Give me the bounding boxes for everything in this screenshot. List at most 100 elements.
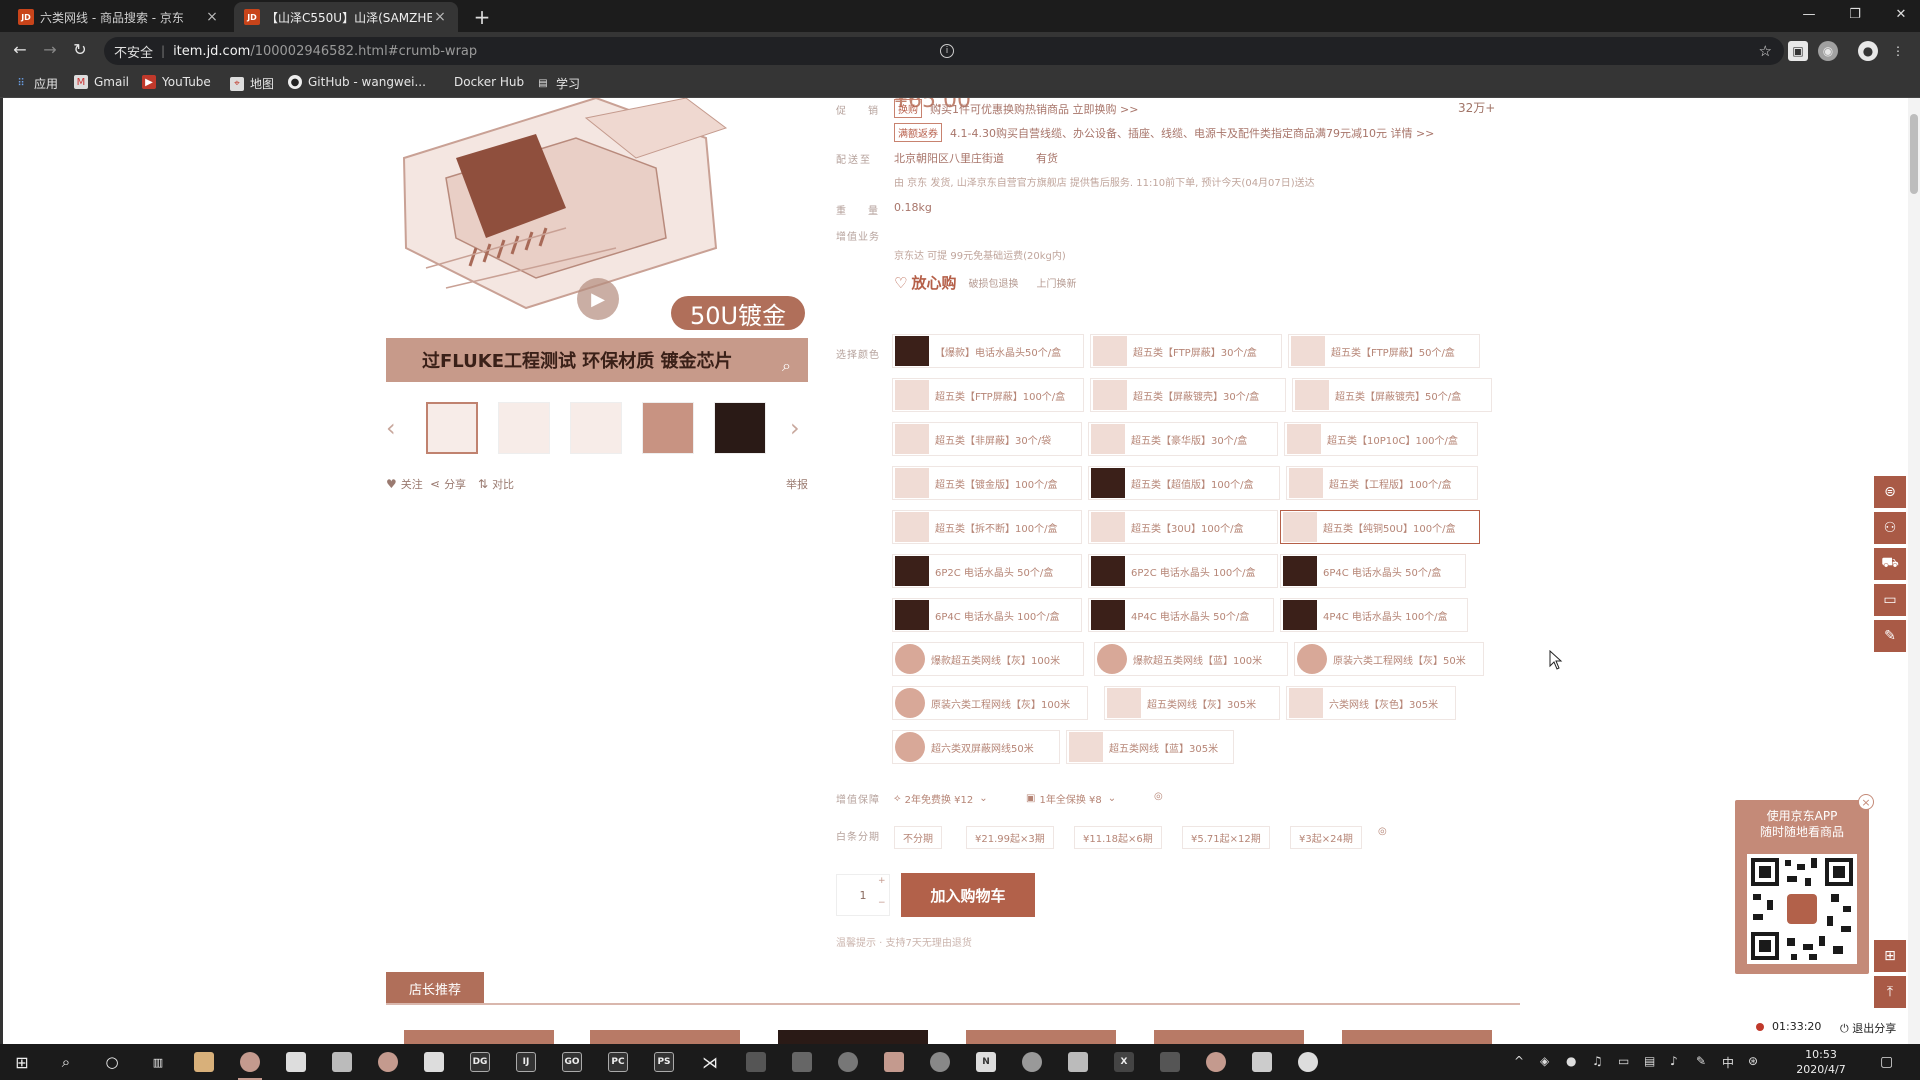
scrollbar-thumb[interactable] (1910, 114, 1918, 194)
option-item[interactable]: 超五类【豪华版】30个/盒 (1088, 422, 1278, 456)
reload-icon[interactable]: ↻ (68, 40, 92, 59)
tray-app-icon[interactable]: ● (1566, 1054, 1576, 1068)
tray-expand-icon[interactable]: ^ (1514, 1054, 1524, 1068)
bookmark-github[interactable]: ● GitHub - wangwei... (288, 75, 426, 89)
bookmark-folder[interactable]: ▤ 学习 (536, 75, 580, 92)
product-card[interactable] (1342, 1030, 1492, 1044)
product-card[interactable] (404, 1030, 554, 1044)
tray-ime-icon[interactable]: ⊛ (1748, 1054, 1758, 1068)
promo-text[interactable]: 购买1件可优惠换购热销商品 立即换购 >> (930, 101, 1138, 117)
app-icon[interactable] (742, 1048, 770, 1076)
app-icon[interactable] (1018, 1048, 1046, 1076)
option-item[interactable]: 6P2C 电话水晶头 50个/盒 (892, 554, 1082, 588)
option-item[interactable]: 6P4C 电话水晶头 100个/盒 (892, 598, 1082, 632)
option-item[interactable]: 超五类【屏蔽镀壳】50个/盒 (1292, 378, 1492, 412)
rail-top-icon[interactable]: ⤒ (1874, 976, 1906, 1008)
tray-pen-icon[interactable]: ✎ (1696, 1054, 1706, 1068)
datagrip-icon[interactable]: DG (466, 1048, 494, 1076)
follow-button[interactable]: ♥ 关注 (386, 476, 423, 492)
help-icon[interactable]: ◎ (1154, 791, 1163, 802)
option-item[interactable]: 超五类【拆不断】100个/盒 (892, 510, 1082, 544)
option-item[interactable]: 4P4C 电话水晶头 100个/盒 (1280, 598, 1468, 632)
zoom-icon[interactable]: ⌕ (782, 356, 791, 376)
onenote-icon[interactable]: N (972, 1048, 1000, 1076)
rail-message-icon[interactable]: ▭ (1874, 584, 1906, 616)
wechat-icon[interactable] (1294, 1048, 1322, 1076)
store-icon[interactable] (282, 1048, 310, 1076)
chrome-icon[interactable] (236, 1048, 264, 1080)
report-link[interactable]: 举报 (786, 476, 808, 492)
installment-option[interactable]: ¥3起×24期 (1290, 826, 1362, 849)
option-item[interactable]: 超五类网线【灰】305米 (1104, 686, 1280, 720)
pycharm-icon[interactable]: PC (604, 1048, 632, 1076)
windows-start-icon[interactable]: ⊞ (8, 1048, 36, 1076)
product-card[interactable] (966, 1030, 1116, 1044)
exit-share-button[interactable]: ⏻ 退出分享 (1840, 1020, 1896, 1036)
option-item[interactable]: 六类网线【灰色】305米 (1286, 686, 1456, 720)
option-item[interactable]: 超五类【FTP屏蔽】50个/盒 (1288, 334, 1480, 368)
explorer-icon[interactable] (190, 1048, 218, 1076)
info-icon[interactable]: i (940, 44, 954, 58)
tray-mic-icon[interactable]: ♫ (1592, 1054, 1603, 1068)
rail-feedback-icon[interactable]: ✎ (1874, 620, 1906, 652)
warranty-option[interactable]: ⟡ 2年免费换 ¥12 ⌄ (894, 791, 988, 806)
xshell-icon[interactable]: X (1110, 1048, 1138, 1076)
intellij-icon[interactable]: IJ (512, 1048, 540, 1076)
option-item[interactable]: 超五类【镀金版】100个/盒 (892, 466, 1082, 500)
thumbnail[interactable] (714, 402, 766, 454)
new-tab-button[interactable]: + (470, 5, 494, 29)
bookmark-apps[interactable]: ⠿ 应用 (14, 75, 58, 92)
tab-store-recommend[interactable]: 店长推荐 (386, 972, 484, 1004)
option-item[interactable]: 4P4C 电话水晶头 50个/盒 (1088, 598, 1274, 632)
option-item[interactable]: 超五类【屏蔽镀壳】30个/盒 (1090, 378, 1286, 412)
task-view-icon[interactable]: ▥ (144, 1048, 172, 1076)
app-icon[interactable] (1202, 1048, 1230, 1076)
notification-icon[interactable]: ▢ (1880, 1054, 1893, 1070)
option-item[interactable]: 原装六类工程网线【灰】100米 (892, 686, 1088, 720)
promo-text[interactable]: 4.1-4.30购买自营线缆、办公设备、插座、线缆、电源卡及配件类指定商品满79… (950, 125, 1434, 141)
product-card[interactable] (590, 1030, 740, 1044)
product-card[interactable] (778, 1030, 928, 1044)
option-item[interactable]: 超五类【非屏蔽】30个/袋 (892, 422, 1082, 456)
option-item[interactable]: 6P4C 电话水晶头 50个/盒 (1280, 554, 1466, 588)
profile-avatar-icon[interactable]: ● (1858, 41, 1878, 61)
installment-option[interactable]: ¥11.18起×6期 (1074, 826, 1162, 849)
installment-option[interactable]: ¥21.99起×3期 (966, 826, 1054, 849)
add-to-cart-button[interactable]: 加入购物车 (901, 873, 1035, 917)
share-button[interactable]: ⋖ 分享 (430, 476, 466, 492)
app-icon[interactable] (374, 1048, 402, 1076)
option-item[interactable]: 超五类【超值版】100个/盒 (1088, 466, 1280, 500)
option-item[interactable]: 超六类双屏蔽网线50米 (892, 730, 1060, 764)
app-icon[interactable] (834, 1048, 862, 1076)
increment-button[interactable]: + (878, 876, 886, 886)
vscode-icon[interactable]: ⋊ (696, 1048, 724, 1076)
app-icon[interactable] (788, 1048, 816, 1076)
tray-volume-icon[interactable]: ♪ (1670, 1054, 1678, 1068)
address-bar[interactable]: i 不安全 | item.jd.com /100002946582.html#c… (104, 37, 1784, 65)
app-icon[interactable] (926, 1048, 954, 1076)
thumbnail[interactable] (570, 402, 622, 454)
goland-icon[interactable]: GO (558, 1048, 586, 1076)
back-icon[interactable]: ← (8, 40, 32, 59)
option-item[interactable]: 超五类【FTP屏蔽】30个/盒 (1090, 334, 1282, 368)
scrollbar[interactable] (1908, 98, 1920, 1044)
option-item-selected[interactable]: 超五类【纯铜50U】100个/盒 (1280, 510, 1480, 544)
extension-icon[interactable]: ▣ (1788, 41, 1808, 61)
product-card[interactable] (1154, 1030, 1304, 1044)
menu-kebab-icon[interactable]: ⋮ (1888, 41, 1908, 61)
app-icon[interactable] (420, 1048, 448, 1076)
minimize-icon[interactable]: — (1786, 0, 1832, 28)
bookmark-star-icon[interactable]: ☆ (1759, 42, 1772, 60)
phpstorm-icon[interactable]: PS (650, 1048, 678, 1076)
option-item[interactable]: 超五类【30U】100个/盒 (1088, 510, 1278, 544)
rail-qr-icon[interactable]: ⊞ (1874, 940, 1906, 972)
system-clock[interactable]: 10:53 2020/4/7 (1784, 1047, 1858, 1077)
app-icon[interactable] (1248, 1048, 1276, 1076)
thumbnail[interactable] (642, 402, 694, 454)
installment-option[interactable]: 不分期 (894, 826, 942, 849)
warranty-option[interactable]: ▣ 1年全保换 ¥8 ⌄ (1026, 791, 1116, 806)
bookmark-youtube[interactable]: ▶ YouTube (142, 75, 211, 89)
installment-option[interactable]: ¥5.71起×12期 (1182, 826, 1270, 849)
delivery-address[interactable]: 北京朝阳区八里庄街道 (894, 150, 1004, 166)
close-icon[interactable]: × (204, 9, 220, 25)
